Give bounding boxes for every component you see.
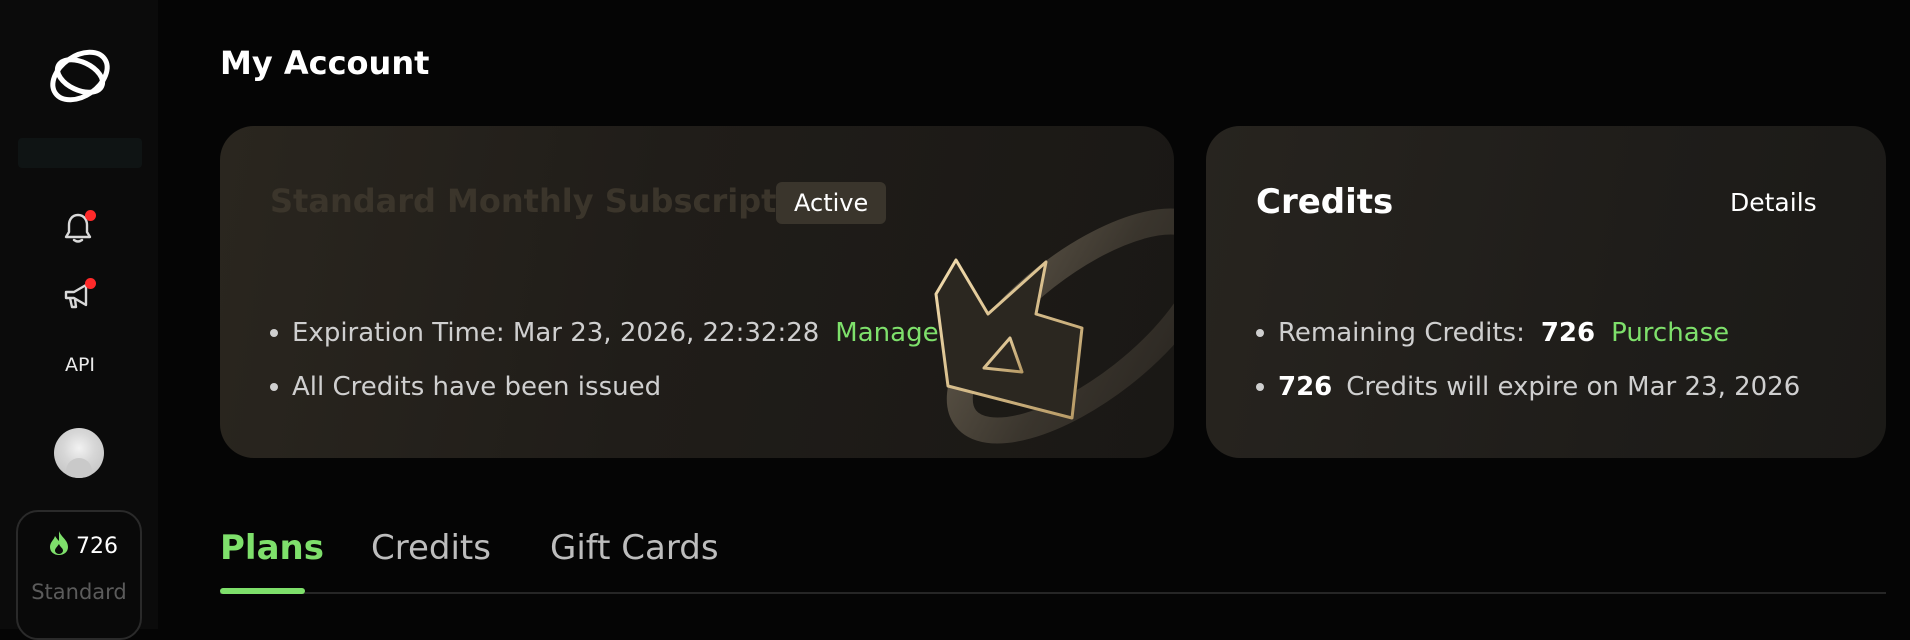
credit-balance: 726	[48, 530, 118, 562]
remaining-credits-value: 726	[1540, 318, 1596, 348]
credits-expire-line: 726 Credits will expire on Mar 23, 2026	[1256, 372, 1800, 402]
bullet-dot	[1256, 383, 1264, 391]
remaining-credits-label: Remaining Credits:	[1278, 318, 1525, 348]
page-title: My Account	[220, 44, 430, 82]
active-tab-indicator	[220, 588, 305, 594]
notification-badge	[85, 210, 96, 221]
flame-icon	[48, 530, 70, 562]
tab-plans[interactable]: Plans	[220, 528, 324, 568]
details-link[interactable]: Details	[1730, 188, 1817, 217]
credits-expire-text: Credits will expire on Mar 23, 2026	[1346, 372, 1801, 402]
api-link[interactable]: API	[50, 354, 110, 376]
megaphone-icon[interactable]	[58, 276, 98, 316]
expiration-line: Expiration Time: Mar 23, 2026, 22:32:28 …	[270, 318, 939, 348]
expiration-text: Expiration Time: Mar 23, 2026, 22:32:28	[292, 318, 820, 348]
announcement-badge	[85, 278, 96, 289]
credits-card: Credits Details Remaining Credits: 726 P…	[1206, 126, 1886, 458]
bullet-dot	[270, 383, 278, 391]
tab-gift-cards[interactable]: Gift Cards	[550, 528, 719, 568]
bullet-dot	[1256, 329, 1264, 337]
credit-balance-count: 726	[76, 533, 118, 559]
plan-label: Standard	[31, 580, 127, 604]
issued-line: All Credits have been issued	[270, 372, 661, 402]
issued-text: All Credits have been issued	[292, 372, 662, 402]
notification-bell-icon[interactable]	[58, 208, 98, 248]
tab-credits[interactable]: Credits	[371, 528, 491, 568]
manage-link[interactable]: Manage	[835, 318, 938, 348]
credit-balance-pill[interactable]: 726 Standard	[16, 510, 142, 640]
subscription-title: Standard Monthly Subscription	[270, 182, 833, 220]
purchase-link[interactable]: Purchase	[1611, 318, 1729, 348]
avatar[interactable]	[54, 428, 104, 478]
expiring-credits-value: 726	[1278, 372, 1333, 402]
sidebar-divider	[18, 138, 142, 168]
sidebar: API 726 Standard	[0, 0, 158, 640]
remaining-credits-line: Remaining Credits: 726 Purchase	[1256, 318, 1729, 348]
subscription-card: Standard Monthly Subscription Active Exp…	[220, 126, 1174, 458]
app-logo-icon[interactable]	[44, 38, 116, 110]
bullet-dot	[270, 329, 278, 337]
account-tabs: Plans Credits Gift Cards	[220, 528, 1886, 594]
credits-title: Credits	[1256, 182, 1394, 222]
status-badge: Active	[776, 182, 887, 224]
